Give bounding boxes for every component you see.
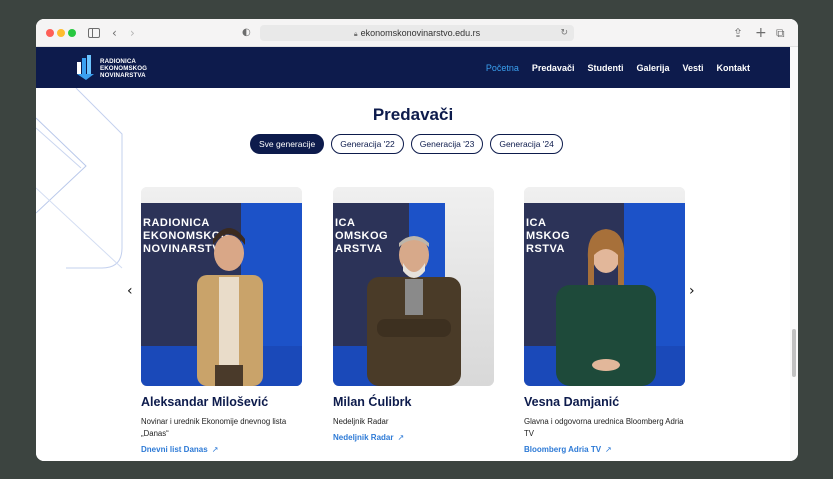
external-link-icon: ↗ — [211, 445, 219, 454]
page-content: Predavači Sve generacije Generacija '22 … — [36, 88, 790, 461]
lecturer-name: Milan Ćulibrk — [333, 395, 412, 409]
nav-studenti[interactable]: Studenti — [587, 63, 623, 73]
filter-2024[interactable]: Generacija '24 — [490, 134, 563, 154]
lecturer-card[interactable]: ICA OMSKOG ARSTVA Milan Ćulibrk Nedeljni… — [333, 187, 495, 442]
nav-pocetna[interactable]: Početna — [486, 63, 519, 73]
logo-mark-icon — [77, 55, 94, 80]
filter-2023[interactable]: Generacija '23 — [410, 134, 484, 154]
carousel-prev-icon[interactable]: ‹ — [127, 283, 133, 299]
lecturer-description: Nedeljnik Radar — [333, 417, 389, 426]
filter-2022[interactable]: Generacija '22 — [331, 134, 404, 154]
external-link-icon: ↗ — [605, 445, 612, 454]
share-icon[interactable]: ⇪ — [733, 25, 743, 41]
filter-all[interactable]: Sve generacije — [250, 134, 325, 154]
lecturer-link[interactable]: Dnevni list Danas ↗ — [141, 445, 303, 454]
lock-icon: 🔒︎ — [353, 31, 358, 38]
lecturer-photo: RADIONICA EKONOMSKOG NOVINARSTVA — [141, 187, 302, 386]
close-window-button[interactable] — [46, 29, 54, 37]
person-figure — [367, 236, 461, 386]
reload-icon[interactable]: ↻ — [560, 25, 568, 41]
address-bar[interactable]: 🔒︎ ekonomskonovinarstvo.edu.rs ↻ — [260, 25, 574, 41]
shield-icon[interactable]: ◐ — [242, 25, 251, 41]
zoom-window-button[interactable] — [68, 29, 76, 37]
nav-predavaci[interactable]: Predavači — [532, 63, 575, 73]
site-header: RADIONICA EKONOMSKOG NOVINARSTVA Početna… — [36, 47, 790, 88]
lecturer-card[interactable]: ICA MSKOG RSTVA Vesna Damjanić Glavna i … — [524, 187, 686, 454]
section-title: Predavači — [372, 105, 454, 124]
logo-text: RADIONICA EKONOMSKOG NOVINARSTVA — [100, 58, 147, 79]
forward-icon[interactable]: › — [130, 25, 135, 41]
site-logo[interactable]: RADIONICA EKONOMSKOG NOVINARSTVA — [76, 54, 156, 80]
external-link-icon: ↗ — [397, 433, 405, 442]
lecturer-photo: ICA MSKOG RSTVA — [524, 187, 685, 386]
lecturer-link[interactable]: Nedeljnik Radar ↗ — [333, 433, 495, 442]
generation-filters: Sve generacije Generacija '22 Generacija… — [250, 134, 563, 154]
lecturer-description: Novinar i urednik Ekonomije dnevnog list… — [141, 417, 287, 438]
lecturer-photo: ICA OMSKOG ARSTVA — [333, 187, 494, 386]
back-icon[interactable]: ‹ — [112, 25, 117, 41]
person-figure — [197, 228, 263, 386]
nav-galerija[interactable]: Galerija — [636, 63, 669, 73]
scrollbar-thumb[interactable] — [792, 329, 796, 377]
nav-kontakt[interactable]: Kontakt — [717, 63, 751, 73]
tab-overview-icon[interactable]: ⧉ — [776, 25, 785, 41]
lecturer-description: Glavna i odgovorna urednica Bloomberg Ad… — [524, 417, 684, 438]
url-text: ekonomskonovinarstvo.edu.rs — [360, 28, 481, 38]
sidebar-toggle-icon[interactable] — [88, 28, 100, 38]
logo-line: NOVINARSTVA — [100, 72, 146, 79]
page-scrollbar[interactable] — [790, 47, 798, 461]
lecturer-name: Aleksandar Milošević — [141, 395, 269, 409]
new-tab-icon[interactable]: + — [755, 25, 767, 41]
lecturer-name: Vesna Damjanić — [524, 395, 620, 409]
person-figure — [556, 229, 656, 386]
lecturer-link[interactable]: Bloomberg Adria TV ↗ — [524, 445, 686, 454]
main-nav: Početna Predavači Studenti Galerija Vest… — [486, 47, 750, 88]
minimize-window-button[interactable] — [57, 29, 65, 37]
browser-window: ‹ › ◐ 🔒︎ ekonomskonovinarstvo.edu.rs ↻ ⇪ … — [36, 19, 798, 461]
lecturer-card[interactable]: RADIONICA EKONOMSKOG NOVINARSTVA Aleksan… — [141, 187, 303, 454]
browser-toolbar: ‹ › ◐ 🔒︎ ekonomskonovinarstvo.edu.rs ↻ ⇪ … — [36, 19, 798, 47]
logo-line: RADIONICA — [100, 58, 136, 65]
logo-line: EKONOMSKOG — [100, 65, 148, 72]
nav-vesti[interactable]: Vesti — [682, 63, 703, 73]
carousel-next-icon[interactable]: › — [689, 283, 695, 299]
